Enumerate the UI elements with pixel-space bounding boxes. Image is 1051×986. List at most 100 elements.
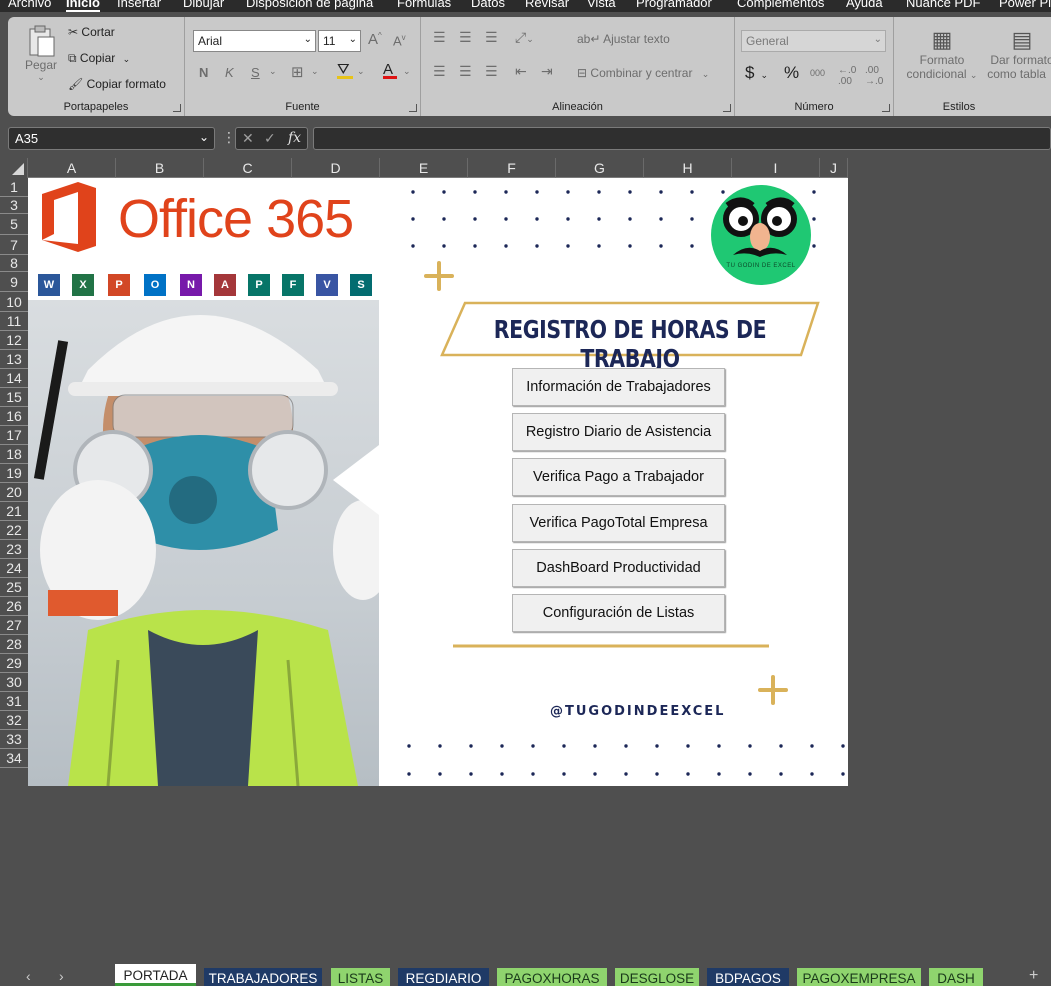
underline-button[interactable]: S [251,65,260,80]
sheet-tab-trabajadores[interactable]: TRABAJADORES [204,968,322,986]
sheet-tab-listas[interactable]: LISTAS [331,968,390,986]
scroll-tabs-right-icon[interactable]: › [59,968,64,984]
copy-button[interactable]: ⧉ Copiar ⌄ [68,51,130,66]
column-header-d[interactable]: D [292,158,380,178]
row-header[interactable]: 16 [0,407,28,426]
number-format-select[interactable]: General ⌄ [741,30,886,52]
alignment-launcher[interactable] [723,104,731,112]
decrease-indent-icon[interactable]: ⇤ [515,63,527,80]
sheet-tab-desglose[interactable]: DESGLOSE [615,968,699,986]
row-header[interactable]: 5 [0,214,28,235]
menu-formulas[interactable]: Fórmulas [397,0,451,10]
column-header-e[interactable]: E [380,158,468,178]
row-header[interactable]: 17 [0,426,28,445]
conditional-format-button[interactable]: ▦ Formato condicional ⌄ [902,27,982,81]
row-header[interactable]: 15 [0,388,28,407]
row-header[interactable]: 12 [0,331,28,350]
row-header[interactable]: 13 [0,350,28,369]
menu-vista[interactable]: Vista [587,0,616,10]
menu-nuance-pdf[interactable]: Nuance PDF [906,0,980,10]
number-launcher[interactable] [882,104,890,112]
enter-icon[interactable]: ✓ [264,130,276,147]
row-header[interactable]: 8 [0,255,28,272]
row-header[interactable]: 21 [0,502,28,521]
menu-ayuda[interactable]: Ayuda [846,0,883,10]
row-header[interactable]: 26 [0,597,28,616]
row-header[interactable]: 33 [0,730,28,749]
shrink-font-button[interactable]: Av [393,33,406,48]
row-header[interactable]: 24 [0,559,28,578]
row-header[interactable]: 22 [0,521,28,540]
menu-complementos[interactable]: Complementos [737,0,824,10]
sheet-tab-bdpagos[interactable]: BDPAGOS [707,968,789,986]
paste-button[interactable]: Pegar ⌄ [24,25,58,83]
column-header-g[interactable]: G [556,158,644,178]
chevron-down-icon[interactable]: ⌄ [403,66,411,77]
cancel-icon[interactable]: ✕ [242,130,254,147]
percent-button[interactable]: % [784,63,799,83]
sheet-tab-pagoxhoras[interactable]: PAGOXHORAS [497,968,607,986]
menu-programador[interactable]: Programador [636,0,712,10]
row-header[interactable]: 7 [0,235,28,255]
row-header[interactable]: 30 [0,673,28,692]
fill-color-icon[interactable]: ⛛ [337,61,353,79]
row-header[interactable]: 11 [0,312,28,331]
row-header[interactable]: 31 [0,692,28,711]
menu-insertar[interactable]: Insertar [117,0,161,10]
menu-disposicion[interactable]: Disposición de página [246,0,373,10]
more-icon[interactable]: ⋮ [222,129,236,146]
currency-button[interactable]: $ ⌄ [745,63,768,83]
chevron-down-icon[interactable]: ⌄ [357,66,365,77]
column-header-c[interactable]: C [204,158,292,178]
menu-power-pi[interactable]: Power Pi [999,0,1051,10]
row-header[interactable]: 10 [0,292,28,312]
menu-revisar[interactable]: Revisar [525,0,569,10]
sheet-tab-pagoxempresa[interactable]: PAGOXEMPRESA [797,968,921,986]
row-header[interactable]: 25 [0,578,28,597]
name-box[interactable]: A35 ⌄ [8,127,215,150]
list-config-button[interactable]: Configuración de Listas [512,594,725,632]
increase-decimal-icon[interactable]: ←.0.00 [838,65,856,87]
row-header[interactable]: 19 [0,464,28,483]
orientation-icon[interactable]: ⤢⌄ [515,29,534,46]
sheet-tab-regdiario[interactable]: REGDIARIO [398,968,489,986]
verify-company-pay-button[interactable]: Verifica PagoTotal Empresa [512,504,725,542]
sheet-tab-portada[interactable]: PORTADA [115,964,196,986]
menu-inicio[interactable]: Inicio [66,0,100,12]
column-header-j[interactable]: J [820,158,848,178]
clipboard-launcher[interactable] [173,104,181,112]
thousands-button[interactable]: 000 [810,68,825,78]
merge-center-button[interactable]: ⊟ Combinar y centrar ⌄ [577,66,709,80]
row-header[interactable]: 28 [0,635,28,654]
format-as-table-button[interactable]: ▤ Dar formato como tabla ⌄ [982,27,1051,81]
chevron-down-icon[interactable]: ⌄ [311,66,319,77]
column-header-b[interactable]: B [116,158,204,178]
row-header[interactable]: 3 [0,197,28,214]
align-top-icon[interactable]: ☰ [433,29,446,46]
column-header-h[interactable]: H [644,158,732,178]
decrease-decimal-icon[interactable]: .00 →.0 [865,65,883,87]
insert-function-icon[interactable]: fx [288,130,301,146]
align-right-icon[interactable]: ☰ [485,63,498,80]
verify-worker-pay-button[interactable]: Verifica Pago a Trabajador [512,458,725,496]
scroll-tabs-left-icon[interactable]: ‹ [26,968,31,984]
menu-dibujar[interactable]: Dibujar [183,0,224,10]
format-painter-button[interactable]: 🖌 Copiar formato [68,77,166,91]
grow-font-button[interactable]: A^ [368,31,382,48]
menu-archivo[interactable]: Archivo [8,0,51,10]
column-header-f[interactable]: F [468,158,556,178]
daily-attendance-button[interactable]: Registro Diario de Asistencia [512,413,725,451]
align-bottom-icon[interactable]: ☰ [485,29,498,46]
align-middle-icon[interactable]: ☰ [459,29,472,46]
menu-datos[interactable]: Datos [471,0,505,10]
wrap-text-button[interactable]: ab↵ Ajustar texto [577,32,670,46]
chevron-down-icon[interactable]: ⌄ [269,66,277,77]
row-header[interactable]: 18 [0,445,28,464]
font-name-select[interactable]: Arial ⌄ [193,30,316,52]
row-header[interactable]: 34 [0,749,28,768]
row-header[interactable]: 1 [0,178,28,197]
font-size-select[interactable]: 11 ⌄ [318,30,361,52]
align-center-icon[interactable]: ☰ [459,63,472,80]
sheet-tab-dash[interactable]: DASH [929,968,983,986]
add-sheet-icon[interactable]: + [1029,967,1038,985]
